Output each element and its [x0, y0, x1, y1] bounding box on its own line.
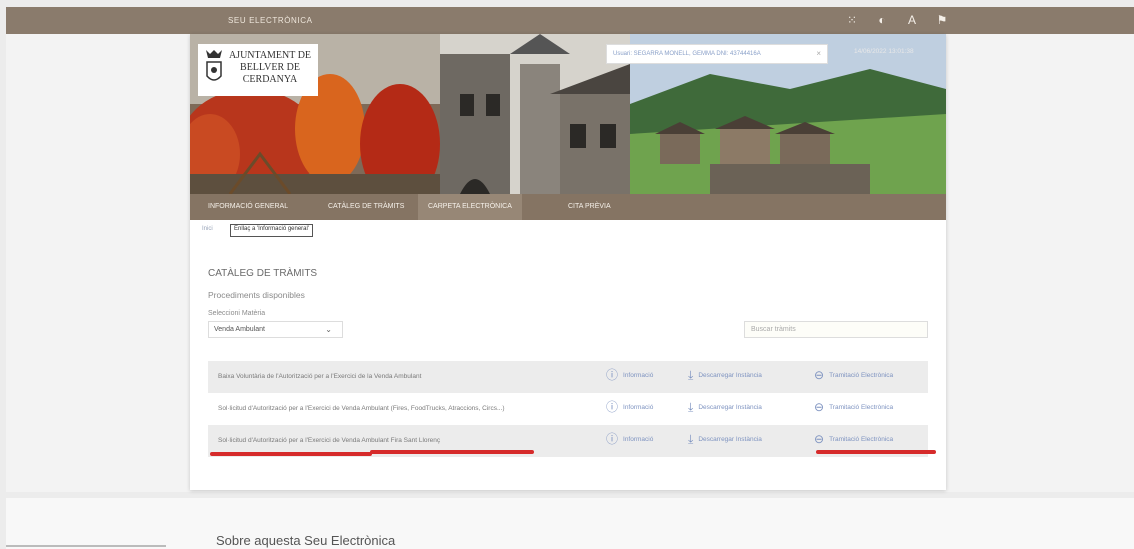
download-label: Descarregar Instància	[698, 371, 762, 379]
logo-line-1: AJUNTAMENT DE	[228, 50, 312, 61]
site-brand[interactable]: SEU ELECTRÒNICA	[228, 16, 313, 25]
globe-icon: ⊖	[814, 400, 825, 414]
about-heading: Sobre aquesta Seu Electrònica	[216, 533, 396, 548]
subject-select[interactable]: Venda Ambulant ⌄	[208, 321, 343, 338]
subject-label: Seleccioni Matèria	[208, 310, 266, 317]
page-subtitle: Procediments disponibles	[208, 290, 305, 300]
session-datetime: 14/06/2022 13:01:38	[854, 48, 914, 55]
table-row: Sol·licitud d'Autorització per a l'Exerc…	[208, 393, 928, 425]
main-nav: INFORMACIÓ GENERAL CATÀLEG DE TRÀMITS CA…	[190, 194, 946, 220]
electronic-label: Tramitació Electrònica	[829, 403, 894, 411]
highlight-underline	[370, 450, 534, 454]
main-card: AJUNTAMENT DE BELLVER DE CERDANYA Usuari…	[190, 34, 946, 490]
download-link[interactable]: ⤓ Descarregar Instància	[688, 369, 762, 381]
info-icon: ⓘ	[606, 368, 619, 382]
page-title: CATÀLEG DE TRÀMITS	[208, 268, 318, 279]
download-icon: ⤓	[688, 432, 694, 446]
info-label: Informació	[623, 371, 654, 379]
electronic-processing-link[interactable]: ⊖ Tramitació Electrònica	[814, 369, 893, 381]
electronic-label: Tramitació Electrònica	[829, 371, 894, 379]
contrast-icon[interactable]: ◐	[874, 12, 890, 28]
flag-icon[interactable]: ⚑	[934, 12, 950, 28]
subject-select-value: Venda Ambulant	[214, 326, 265, 333]
download-link[interactable]: ⤓ Descarregar Instància	[688, 433, 762, 445]
info-label: Informació	[623, 403, 654, 411]
header-banner: AJUNTAMENT DE BELLVER DE CERDANYA Usuari…	[190, 34, 946, 194]
info-icon: ⓘ	[606, 432, 619, 446]
info-link[interactable]: ⓘ Informació	[606, 369, 653, 381]
top-bar: SEU ELECTRÒNICA ⁙ ◐ A ⚑	[6, 7, 1134, 34]
top-bar-icons: ⁙ ◐ A ⚑	[844, 12, 950, 28]
electronic-label: Tramitació Electrònica	[829, 435, 894, 443]
nav-item-carpeta-electronica[interactable]: CARPETA ELECTRÒNICA	[418, 194, 522, 220]
logo-line-3: CERDANYA	[242, 74, 298, 85]
info-icon: ⓘ	[606, 400, 619, 414]
nav-item-informacio-general[interactable]: INFORMACIÓ GENERAL	[208, 203, 288, 210]
electronic-processing-link[interactable]: ⊖ Tramitació Electrònica	[814, 401, 893, 413]
procedure-name: Sol·licitud d'Autorització per a l'Exerc…	[218, 437, 441, 444]
footer-area	[6, 498, 1134, 549]
table-row: Baixa Voluntària de l'Autorització per a…	[208, 361, 928, 393]
municipality-logo[interactable]: AJUNTAMENT DE BELLVER DE CERDANYA	[198, 44, 318, 96]
breadcrumb-home[interactable]: Inici	[202, 226, 213, 232]
menu-dots-icon[interactable]: ⁙	[844, 12, 860, 28]
municipality-name: AJUNTAMENT DE BELLVER DE CERDANYA	[226, 50, 314, 86]
download-label: Descarregar Instància	[698, 435, 762, 443]
globe-icon: ⊖	[814, 368, 825, 382]
procedure-name: Baixa Voluntària de l'Autorització per a…	[218, 373, 422, 380]
info-link[interactable]: ⓘ Informació	[606, 433, 653, 445]
search-placeholder: Buscar tràmits	[751, 326, 796, 333]
close-icon[interactable]: ×	[816, 45, 821, 63]
breadcrumb-link[interactable]: Enllaç a 'Informació general'	[230, 224, 313, 237]
highlight-underline	[816, 450, 936, 454]
download-icon: ⤓	[688, 368, 694, 382]
divider	[6, 545, 166, 547]
download-link[interactable]: ⤓ Descarregar Instància	[688, 401, 762, 413]
electronic-processing-link[interactable]: ⊖ Tramitació Electrònica	[814, 433, 893, 445]
procedure-name: Sol·licitud d'Autorització per a l'Exerc…	[218, 405, 505, 412]
coat-of-arms-icon	[206, 50, 222, 81]
download-label: Descarregar Instància	[698, 403, 762, 411]
search-input[interactable]: Buscar tràmits	[744, 321, 928, 338]
nav-item-cataleg-tramits[interactable]: CATÀLEG DE TRÀMITS	[328, 203, 404, 210]
user-name: Usuari: SEGARRA MONELL, GEMMA DNI: 43744…	[613, 51, 761, 57]
user-info: Usuari: SEGARRA MONELL, GEMMA DNI: 43744…	[606, 44, 828, 64]
logo-line-2: BELLVER DE	[240, 62, 300, 73]
globe-icon: ⊖	[814, 432, 825, 446]
font-size-icon[interactable]: A	[904, 12, 920, 28]
download-icon: ⤓	[688, 400, 694, 414]
chevron-down-icon: ⌄	[325, 325, 332, 334]
info-link[interactable]: ⓘ Informació	[606, 401, 653, 413]
info-label: Informació	[623, 435, 654, 443]
nav-item-cita-previa[interactable]: CITA PRÈVIA	[568, 203, 611, 210]
highlight-underline	[210, 452, 372, 456]
